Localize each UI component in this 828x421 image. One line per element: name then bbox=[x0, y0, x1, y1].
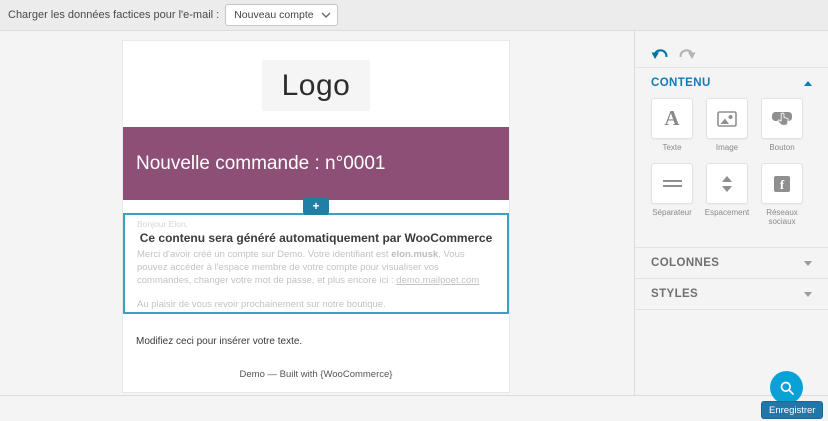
heading-block[interactable]: Nouvelle commande : n°0001 bbox=[123, 127, 509, 200]
undo-arrow-icon bbox=[651, 48, 668, 59]
redo-arrow-icon bbox=[679, 48, 696, 59]
tile-label: Bouton bbox=[769, 143, 795, 152]
image-block-tile[interactable] bbox=[706, 98, 748, 139]
columns-section-header[interactable]: COLONNES bbox=[635, 248, 828, 279]
preview-data-select-wrap: Nouveau compte bbox=[225, 4, 339, 26]
divider-icon bbox=[662, 180, 682, 187]
image-icon bbox=[717, 110, 737, 127]
preview-data-toolbar: Charger les données factices pour l'e-ma… bbox=[0, 0, 828, 31]
headline-text: Ce contenu sera généré automatiquement p… bbox=[139, 231, 493, 245]
footer-divider bbox=[0, 395, 828, 396]
content-item-reseaux-sociaux: f Réseaux sociaux bbox=[761, 163, 803, 226]
divider-block-tile[interactable] bbox=[651, 163, 693, 204]
tile-label: Texte bbox=[662, 143, 682, 152]
content-item-bouton: Bouton bbox=[761, 98, 803, 152]
save-button[interactable]: Enregistrer bbox=[761, 401, 824, 419]
heading-text: Nouvelle commande : n°0001 bbox=[136, 152, 386, 174]
spacer-block-tile[interactable] bbox=[706, 163, 748, 204]
collapse-icon bbox=[804, 80, 812, 86]
logo-text: Logo bbox=[281, 68, 351, 102]
redo-button[interactable] bbox=[678, 41, 696, 67]
spacer-icon bbox=[722, 175, 732, 192]
styles-section-label: STYLES bbox=[651, 288, 699, 300]
tile-label: Espacement bbox=[704, 208, 750, 217]
content-blocks-grid: A Texte Image Bouton Séparateur Espaceme… bbox=[651, 98, 812, 226]
expand-icon bbox=[804, 291, 812, 297]
logo-block[interactable]: Logo bbox=[262, 60, 370, 111]
mailpoet-link[interactable]: demo.mailpoet.com bbox=[396, 275, 479, 286]
preview-data-select[interactable]: Nouveau compte bbox=[225, 4, 339, 26]
text-block-tile[interactable]: A bbox=[651, 98, 693, 139]
magnifier-icon bbox=[780, 381, 794, 395]
tile-label: Réseaux sociaux bbox=[766, 208, 798, 226]
closing-text: Au plaisir de vous revoir prochainement … bbox=[137, 299, 386, 310]
tile-label: Séparateur bbox=[652, 208, 692, 217]
content-item-image: Image bbox=[706, 98, 748, 152]
tile-label: Image bbox=[715, 143, 739, 152]
body-paragraph: Merci d'avoir créé un compte sur Demo. V… bbox=[137, 248, 495, 287]
text-icon: A bbox=[664, 106, 680, 130]
body-username: elon.musk bbox=[391, 249, 439, 260]
content-item-espacement: Espacement bbox=[705, 163, 749, 226]
button-block-tile[interactable] bbox=[761, 98, 803, 139]
preview-button[interactable] bbox=[770, 371, 803, 404]
columns-section-label: COLONNES bbox=[651, 257, 720, 269]
body-text: Merci d'avoir créé un compte sur Demo. V… bbox=[137, 249, 392, 260]
expand-icon bbox=[804, 260, 812, 266]
add-block-button[interactable]: + bbox=[303, 198, 329, 215]
preview-data-label: Charger les données factices pour l'e-ma… bbox=[8, 9, 220, 21]
facebook-icon: f bbox=[774, 175, 790, 192]
content-item-texte: A Texte bbox=[651, 98, 693, 152]
undo-button[interactable] bbox=[651, 41, 669, 67]
selected-text-block[interactable]: Bonjour Elon, Ce contenu sera généré aut… bbox=[123, 213, 509, 314]
styles-section-header[interactable]: STYLES bbox=[635, 279, 828, 310]
mailpoet-email-editor: Charger les données factices pour l'e-ma… bbox=[0, 0, 828, 421]
greeting-text: Bonjour Elon, bbox=[137, 219, 189, 229]
content-section-label: CONTENU bbox=[651, 77, 711, 89]
content-section-header[interactable]: CONTENU bbox=[651, 77, 812, 89]
editor-sidebar: CONTENU A Texte Image Bouton Séparateur … bbox=[634, 31, 828, 395]
email-footer-block[interactable]: Demo — Built with {WooCommerce} bbox=[123, 369, 509, 380]
content-item-separateur: Séparateur bbox=[651, 163, 693, 226]
content-section: CONTENU A Texte Image Bouton Séparateur … bbox=[635, 68, 828, 248]
history-toolbar bbox=[635, 31, 828, 68]
button-icon bbox=[772, 112, 792, 126]
email-canvas: Logo Nouvelle commande : n°0001 + Bonjou… bbox=[122, 40, 510, 393]
social-block-tile[interactable]: f bbox=[761, 163, 803, 204]
placeholder-text-block[interactable]: Modifiez ceci pour insérer votre texte. bbox=[136, 336, 302, 347]
